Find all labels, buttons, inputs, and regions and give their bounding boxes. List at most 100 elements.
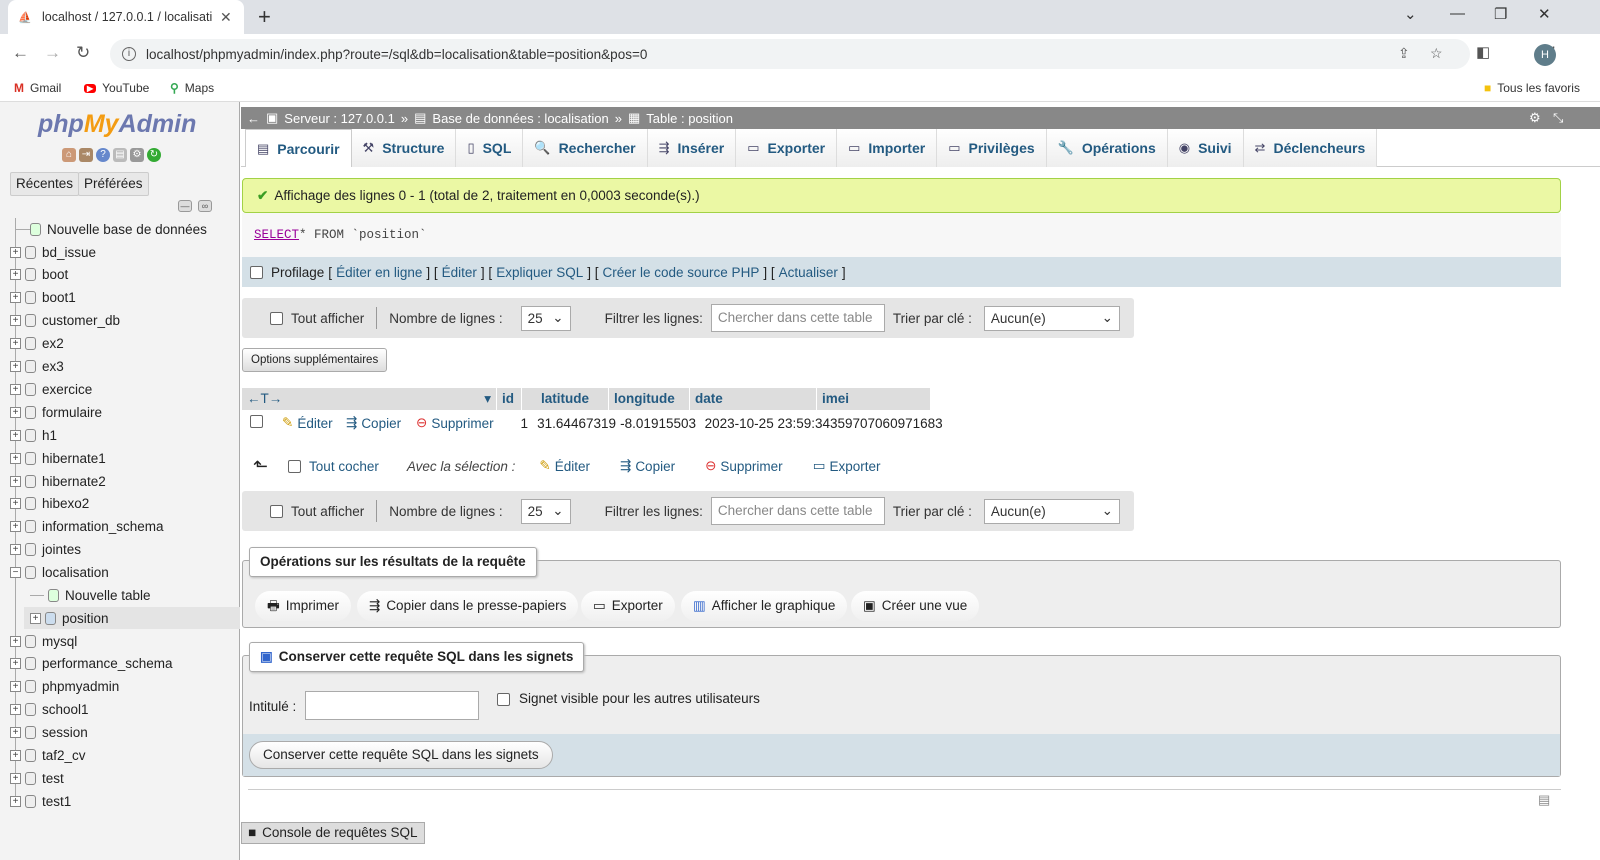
- window-close-icon[interactable]: ✕: [1538, 5, 1551, 23]
- expand-icon[interactable]: +: [10, 681, 21, 693]
- sidebar-item-school1[interactable]: + school1: [10, 699, 89, 721]
- chevron-down-icon[interactable]: ▾: [484, 388, 491, 410]
- expand-icon[interactable]: +: [10, 750, 21, 761]
- tab-import[interactable]: ▭ Importer: [837, 129, 938, 167]
- expand-icon[interactable]: +: [10, 635, 21, 647]
- sidebar-item-taf2_cv[interactable]: + taf2_cv: [10, 745, 86, 767]
- sidebar-item-test1[interactable]: + test1: [10, 790, 71, 812]
- check-all-checkbox[interactable]: [288, 459, 302, 473]
- sidebar-item-hibernate2[interactable]: + hibernate2: [10, 470, 106, 492]
- tab-structure[interactable]: ⚒ Structure: [351, 129, 457, 167]
- sidebar-item-hibexo2[interactable]: + hibexo2: [10, 493, 89, 515]
- save-bookmark-button[interactable]: Conserver cette requête SQL dans les sig…: [249, 741, 553, 769]
- check-all-label[interactable]: Tout cocher: [309, 459, 379, 474]
- expand-icon[interactable]: +: [10, 338, 21, 350]
- sql-keyword[interactable]: SELECT: [254, 228, 299, 242]
- sidebar-item-customer_db[interactable]: + customer_db: [10, 310, 120, 332]
- copy-clipboard-button[interactable]: ⇶ Copier dans le presse-papiers: [357, 591, 579, 621]
- breadcrumb-server[interactable]: Serveur : 127.0.0.1: [284, 111, 395, 126]
- tab-insert[interactable]: ⇶ Insérer: [647, 129, 737, 167]
- bulk-edit-button[interactable]: ✎ Éditer: [539, 458, 590, 474]
- sidebar-item-information_schema[interactable]: + information_schema: [10, 516, 164, 538]
- expand-icon[interactable]: +: [10, 704, 21, 716]
- expand-icon[interactable]: +: [10, 795, 21, 807]
- expand-icon[interactable]: +: [10, 383, 21, 395]
- column-header-longitude[interactable]: longitude: [609, 388, 690, 410]
- bookmark-title-input[interactable]: [305, 691, 479, 720]
- sidebar-item-boot1[interactable]: + boot1: [10, 287, 76, 309]
- sidebar-item-hibernate1[interactable]: + hibernate1: [10, 447, 106, 469]
- expand-icon[interactable]: +: [10, 772, 21, 784]
- sidebar-item-boot[interactable]: + boot: [10, 264, 68, 286]
- breadcrumb-database[interactable]: Base de données : localisation: [432, 111, 608, 126]
- sidepanel-icon[interactable]: ◧: [1476, 43, 1490, 61]
- expand-icon[interactable]: +: [10, 246, 21, 258]
- tab-triggers[interactable]: ⇄ Déclencheurs: [1243, 129, 1378, 167]
- tab-sql[interactable]: ▯ SQL: [456, 129, 524, 167]
- sidebar-item-session[interactable]: + session: [10, 722, 88, 744]
- recent-button[interactable]: Récentes: [10, 172, 80, 196]
- gear-icon[interactable]: ⚙: [1529, 110, 1541, 126]
- link-icon[interactable]: ∞: [198, 200, 212, 212]
- home-icon[interactable]: ⌂: [62, 148, 76, 162]
- row-edit-link[interactable]: ✎ Éditer: [282, 415, 346, 431]
- phpmyadmin-logo[interactable]: phpMyAdmin: [38, 110, 196, 139]
- bookmark-visible-checkbox[interactable]: [497, 693, 510, 706]
- docs-icon[interactable]: ▤: [113, 148, 127, 162]
- new-tab-icon[interactable]: +: [258, 4, 271, 30]
- tab-privileges[interactable]: ▭ Privilèges: [937, 129, 1047, 167]
- expand-icon[interactable]: +: [10, 406, 21, 418]
- sidebar-item-test[interactable]: + test: [10, 767, 64, 789]
- bulk-export-button[interactable]: ▭ Exporter: [813, 458, 881, 474]
- share-icon[interactable]: ⇪: [1398, 45, 1410, 62]
- sidebar-item-h1[interactable]: + h1: [10, 424, 57, 446]
- profiling-checkbox[interactable]: [250, 265, 263, 279]
- cell-latitude[interactable]: 31.64467319: [528, 416, 616, 431]
- url-field[interactable]: i localhost/phpmyadmin/index.php?route=/…: [110, 39, 1470, 69]
- cell-date[interactable]: 2023-10-25 23:59:34: [696, 416, 830, 431]
- expand-icon[interactable]: +: [10, 544, 21, 556]
- bookmark-youtube[interactable]: ▶ YouTube: [84, 81, 149, 95]
- tab-export[interactable]: ▭ Exporter: [736, 129, 838, 167]
- expand-icon[interactable]: +: [10, 315, 21, 327]
- help-icon[interactable]: ?: [96, 148, 110, 162]
- reload-icon[interactable]: ↻: [76, 43, 90, 63]
- cell-longitude[interactable]: -8.01915503: [616, 416, 696, 431]
- info-icon[interactable]: i: [122, 47, 136, 61]
- sort-key-select-bottom[interactable]: Aucun(e) ⌄: [983, 498, 1120, 524]
- bulk-delete-button[interactable]: ⊖ Supprimer: [705, 458, 783, 474]
- sidebar-item-bd_issue[interactable]: + bd_issue: [10, 241, 96, 263]
- sidebar-item-mysql[interactable]: + mysql: [10, 630, 77, 652]
- sidebar-item-jointes[interactable]: + jointes: [10, 539, 81, 561]
- expand-icon[interactable]: +: [10, 292, 21, 304]
- breadcrumb-table[interactable]: Table : position: [646, 111, 733, 126]
- more-options-button[interactable]: Options supplémentaires: [242, 348, 388, 372]
- cell-id[interactable]: 1: [516, 416, 528, 431]
- expand-icon[interactable]: +: [10, 361, 21, 372]
- expand-icon[interactable]: +: [10, 429, 21, 441]
- rows-select-bottom[interactable]: 25 ⌄: [520, 498, 571, 524]
- tab-tracking[interactable]: ◉ Suivi: [1167, 129, 1244, 167]
- row-copy-link[interactable]: ⇶ Copier: [346, 415, 416, 431]
- tab-operations[interactable]: 🔧 Opérations: [1046, 129, 1168, 167]
- column-header-date[interactable]: date: [690, 388, 817, 410]
- sidebar-item-performance_schema[interactable]: + performance_schema: [10, 653, 173, 675]
- column-header-latitude[interactable]: latitude: [522, 388, 609, 410]
- expand-icon[interactable]: +: [10, 475, 21, 487]
- column-header-imei[interactable]: imei: [817, 388, 931, 410]
- show-all-checkbox-bottom[interactable]: [270, 504, 283, 518]
- collapse-icon[interactable]: −: [10, 567, 21, 579]
- page-settings-icon[interactable]: ▤: [1538, 792, 1550, 808]
- new-database-item[interactable]: Nouvelle base de données: [16, 218, 207, 240]
- bookmark-star-icon[interactable]: ☆: [1430, 45, 1443, 62]
- collapse-arrow-icon[interactable]: ←: [247, 111, 260, 126]
- row-checkbox[interactable]: [250, 415, 263, 428]
- filter-input[interactable]: Chercher dans cette table: [710, 304, 885, 332]
- inline-edit-link[interactable]: Éditer en ligne: [336, 265, 422, 280]
- column-header-id[interactable]: id: [497, 388, 522, 410]
- expand-icon[interactable]: +: [10, 498, 21, 510]
- hide-icon[interactable]: ⤡: [1553, 110, 1563, 126]
- column-arrows[interactable]: ←T→: [247, 388, 282, 410]
- show-chart-button[interactable]: ▥ Afficher le graphique: [681, 591, 848, 621]
- exit-icon[interactable]: ⇥: [79, 148, 93, 162]
